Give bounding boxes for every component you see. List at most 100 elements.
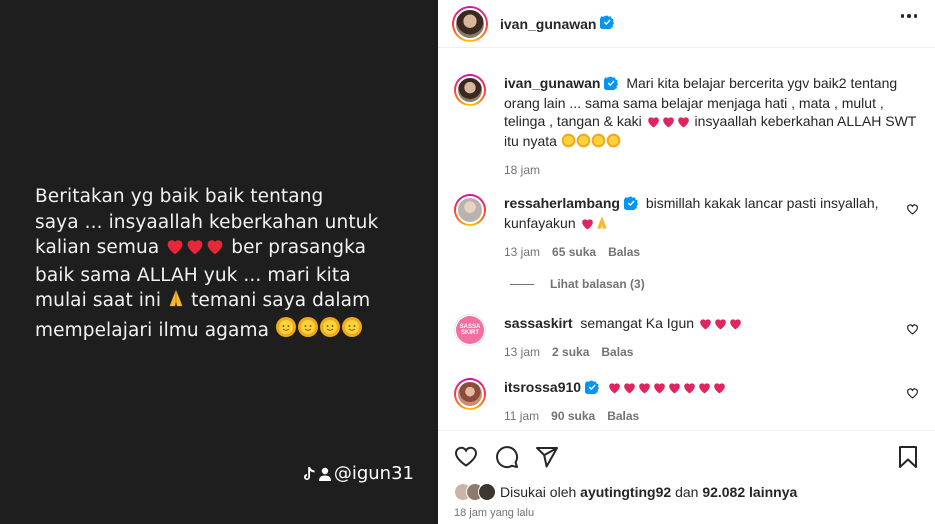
brand-logo: SASSA SKIRT <box>456 316 484 344</box>
avatar-image: SASSA SKIRT <box>455 315 485 345</box>
reply-button[interactable]: Balas <box>608 243 640 261</box>
comment-body: itsrossa910 11 jam 90 suka Balas <box>504 378 919 425</box>
timestamp: 11 jam <box>504 409 540 423</box>
red-heart-emoji <box>652 380 667 398</box>
avatar-image <box>456 196 484 224</box>
caption-body: ivan_gunawan Mari kita belajar bercerita… <box>504 74 919 179</box>
heart-icon[interactable] <box>906 202 919 218</box>
verified-badge-icon <box>598 15 615 32</box>
avatar-image <box>454 7 486 40</box>
media-line: baik sama ALLAH yuk ... mari kita <box>35 264 351 286</box>
red-heart-emoji <box>676 114 691 132</box>
watermark-handle: @igun31 <box>333 463 414 484</box>
red-heart-emoji <box>661 114 676 132</box>
comment-meta: 13 jam 65 suka Balas <box>504 243 889 261</box>
post-viewer: Beritakan yg baik baik tentang saya ... … <box>0 0 935 524</box>
comment-meta: 11 jam 90 suka Balas <box>504 407 889 425</box>
sun-emoji <box>275 316 297 346</box>
red-heart-emoji <box>712 380 727 398</box>
media-text: Beritakan yg baik baik tentang saya ... … <box>35 184 405 345</box>
avatar[interactable]: SASSA SKIRT <box>454 314 486 346</box>
comment-button[interactable] <box>495 445 519 472</box>
caption: ivan_gunawan Mari kita belajar bercerita… <box>454 74 919 179</box>
like-count[interactable]: 65 suka <box>552 243 596 261</box>
avatar <box>478 483 496 501</box>
save-button[interactable] <box>897 445 919 472</box>
comment-item: itsrossa910 11 jam 90 suka Balas <box>454 378 919 425</box>
sun-emoji <box>561 133 576 152</box>
tiktok-watermark: @igun31 <box>302 463 414 484</box>
comments-section: ivan_gunawan Mari kita belajar bercerita… <box>438 48 935 430</box>
media-line: mempelajari ilmu agama <box>35 316 405 346</box>
reply-button[interactable]: Balas <box>601 343 633 361</box>
likes-prefix: Disukai oleh <box>500 484 577 500</box>
sun-emoji <box>319 316 341 346</box>
red-heart-emoji <box>205 237 225 263</box>
caption-meta: 18 jam <box>504 161 919 179</box>
liker-avatars[interactable] <box>454 483 496 501</box>
comment-text: semangat Ka Igun <box>580 315 695 331</box>
avatar[interactable] <box>454 378 486 410</box>
folded-hands-emoji <box>595 215 609 234</box>
comment-meta: 13 jam 2 suka Balas <box>504 343 889 361</box>
action-bar <box>438 430 935 478</box>
red-heart-emoji <box>728 316 743 334</box>
media-line-text: kalian semua <box>35 237 160 258</box>
comment-body: ressaherlambang bismillah kakak lancar p… <box>504 194 919 261</box>
red-heart-emoji <box>622 380 637 398</box>
comment-item: SASSA SKIRT sassaskirt semangat Ka Igun 1… <box>454 314 919 361</box>
red-heart-emoji <box>607 380 622 398</box>
avatar[interactable] <box>454 74 486 106</box>
verified-badge-icon <box>621 196 638 214</box>
like-button[interactable] <box>454 445 478 470</box>
sun-emoji <box>606 133 621 152</box>
tiktok-logo-icon <box>302 466 316 482</box>
timestamp: 18 jam <box>504 163 541 177</box>
media-line-text: mulai saat ini <box>35 290 162 311</box>
comment-username[interactable]: ressaherlambang <box>504 195 620 211</box>
user-icon <box>318 466 332 482</box>
media-line: saya ... insyaallah keberkahan untuk <box>35 211 379 233</box>
red-heart-emoji <box>682 380 697 398</box>
red-heart-emoji <box>697 380 712 398</box>
sun-emoji <box>297 316 319 346</box>
share-button[interactable] <box>535 445 559 472</box>
red-heart-emoji <box>185 237 205 263</box>
sun-emoji <box>591 133 606 152</box>
post-panel: ivan_gunawan ivan_gunawan Mari kita bela… <box>438 0 935 524</box>
comment-body: sassaskirt semangat Ka Igun 13 jam 2 suk… <box>504 314 919 361</box>
liker-username[interactable]: ayutingting92 <box>580 484 671 500</box>
more-options-button[interactable] <box>900 14 917 18</box>
view-replies-label[interactable]: Lihat balasan (3) <box>550 277 645 291</box>
comment-item: ressaherlambang bismillah kakak lancar p… <box>454 194 919 261</box>
red-heart-emoji <box>165 237 185 263</box>
comment-username[interactable]: itsrossa910 <box>504 379 581 395</box>
caption-username[interactable]: ivan_gunawan <box>504 75 600 91</box>
media-line: kalian semua ber prasangka <box>35 235 405 263</box>
red-heart-emoji <box>667 380 682 398</box>
header-username[interactable]: ivan_gunawan <box>500 16 596 32</box>
avatar-image <box>456 380 484 408</box>
reply-button[interactable]: Balas <box>607 407 639 425</box>
media-line-text: temani saya dalam <box>191 290 371 311</box>
view-replies-button[interactable]: Lihat balasan (3) <box>510 277 645 291</box>
folded-hands-emoji <box>167 288 185 316</box>
heart-icon[interactable] <box>906 322 919 338</box>
timestamp: 13 jam <box>504 245 541 259</box>
post-header: ivan_gunawan <box>438 0 935 48</box>
red-heart-emoji <box>580 216 595 234</box>
heart-icon[interactable] <box>906 386 919 402</box>
avatar-image <box>456 76 484 104</box>
like-count[interactable]: 2 suka <box>552 343 589 361</box>
post-media[interactable]: Beritakan yg baik baik tentang saya ... … <box>0 0 438 524</box>
verified-badge-icon <box>602 76 619 94</box>
post-timestamp[interactable]: 18 jam yang lalu <box>454 507 534 519</box>
comment-username[interactable]: sassaskirt <box>504 315 573 331</box>
red-heart-emoji <box>646 114 661 132</box>
divider <box>510 283 534 285</box>
avatar[interactable] <box>454 194 486 226</box>
likes-count[interactable]: 92.082 lainnya <box>702 484 797 500</box>
avatar[interactable] <box>452 5 488 42</box>
sun-emoji <box>576 133 591 152</box>
like-count[interactable]: 90 suka <box>551 407 595 425</box>
